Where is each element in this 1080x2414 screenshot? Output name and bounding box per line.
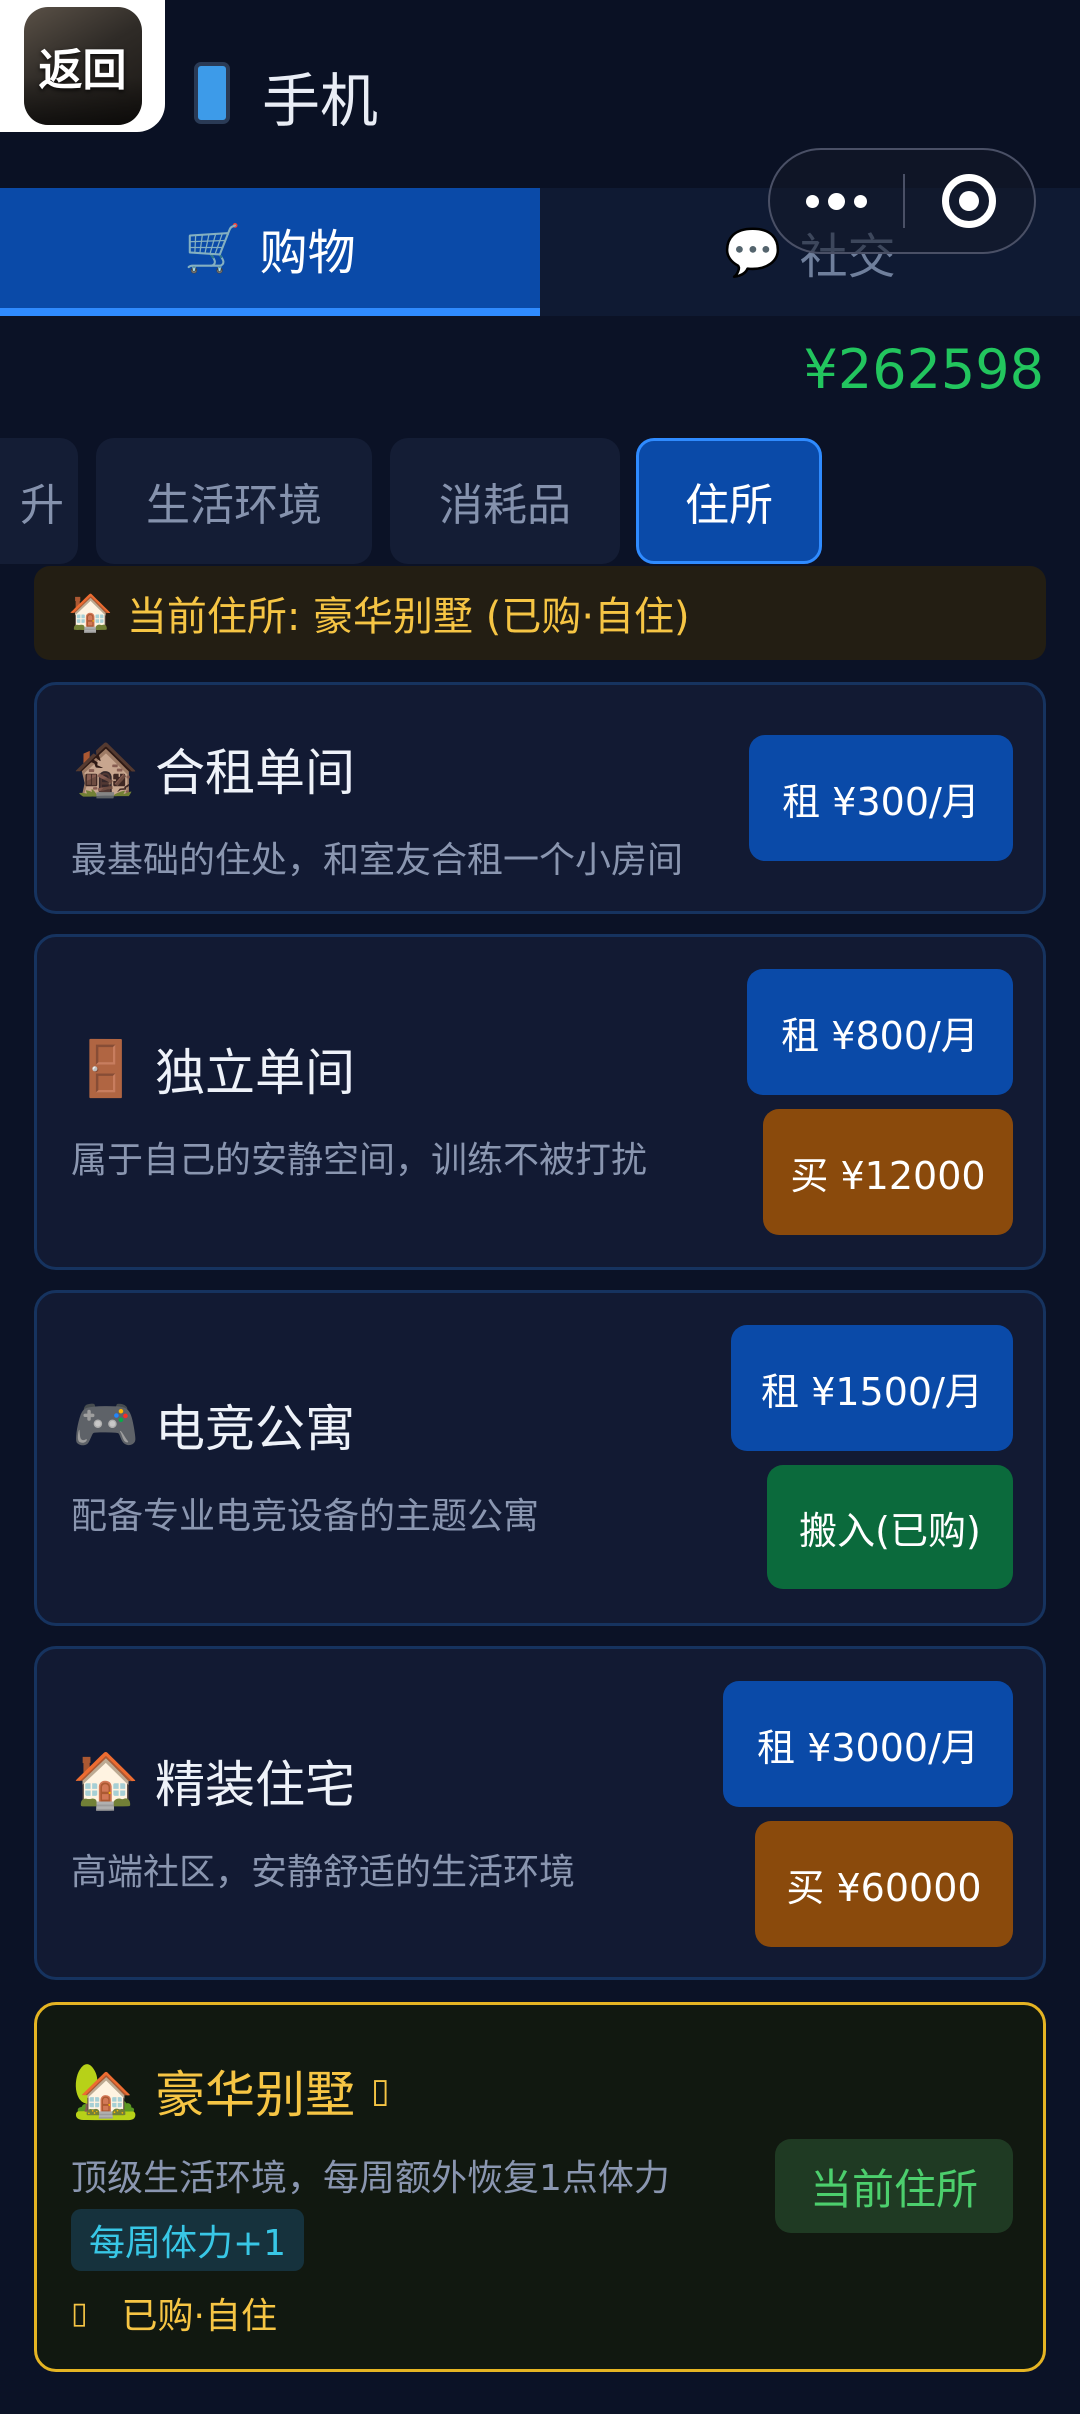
- page-title: 手机: [262, 67, 379, 135]
- tab-shopping-label: 购物: [259, 225, 356, 281]
- current-residence-banner: 🏠 当前住所: 豪华别墅 (已购·自住): [34, 566, 1046, 660]
- residence-card-furnished-home: 🏠 精装住宅 高端社区，安静舒适的生活环境 租 ¥3000/月 买 ¥60000: [34, 1646, 1046, 1980]
- mobile-phone-icon: [194, 62, 230, 124]
- residence-name: 独立单间: [155, 1044, 355, 1102]
- back-thumbnail: 返回: [23, 7, 142, 125]
- residence-name: 豪华别墅: [155, 2066, 355, 2124]
- owned-status-text: 已购·自住: [121, 2296, 277, 2337]
- category-tab-living-environment[interactable]: 生活环境: [96, 438, 372, 564]
- rent-button[interactable]: 租 ¥800/月: [747, 969, 1013, 1095]
- category-tab-residence[interactable]: 住所: [636, 438, 822, 564]
- category-tab-upgrade[interactable]: 升: [0, 438, 78, 564]
- more-options-icon[interactable]: [770, 150, 903, 252]
- residence-description: 配备专业电竞设备的主题公寓: [71, 1496, 540, 1537]
- residence-name: 电竞公寓: [155, 1400, 355, 1458]
- target-icon: [942, 174, 997, 228]
- residence-card-single-room: 🚪 独立单间 属于自己的安静空间，训练不被打扰 租 ¥800/月 买 ¥1200…: [34, 934, 1046, 1270]
- game-controller-icon: 🎮: [72, 1393, 140, 1456]
- category-tabs: 升 生活环境 消耗品 住所: [0, 438, 1080, 564]
- residence-card-shared-room: 🏚️ 合租单间 最基础的住处，和室友合租一个小房间 租 ¥300/月: [34, 682, 1046, 914]
- house-with-garden-icon: 🏡: [72, 2059, 140, 2122]
- residence-description: 顶级生活环境，每周额外恢复1点体力: [71, 2158, 670, 2199]
- owned-status: ▯ 已购·自住: [71, 2287, 277, 2339]
- residence-description: 高端社区，安静舒适的生活环境: [71, 1852, 576, 1893]
- current-residence-text: 当前住所: 豪华别墅 (已购·自住): [126, 594, 690, 640]
- placeholder-icon: ▯: [371, 2071, 390, 2111]
- back-label: 返回: [38, 45, 127, 96]
- residence-card-luxury-villa: 🏡 豪华别墅 ▯ 顶级生活环境，每周额外恢复1点体力 每周体力+1 ▯ 已购·自…: [34, 2002, 1046, 2372]
- residence-name: 精装住宅: [155, 1756, 355, 1814]
- move-in-button[interactable]: 搬入(已购): [767, 1465, 1013, 1589]
- residence-name: 合租单间: [155, 744, 355, 802]
- tab-shopping[interactable]: 🛒 购物: [0, 188, 540, 316]
- buy-button[interactable]: 买 ¥60000: [755, 1821, 1013, 1947]
- category-tab-consumables[interactable]: 消耗品: [390, 438, 620, 564]
- derelict-house-icon: 🏚️: [72, 737, 140, 800]
- back-button[interactable]: 返回: [0, 0, 165, 132]
- balance-amount: ¥262598: [803, 338, 1045, 401]
- residence-card-esports-apartment: 🎮 电竞公寓 配备专业电竞设备的主题公寓 租 ¥1500/月 搬入(已购): [34, 1290, 1046, 1626]
- current-residence-button: 当前住所: [775, 2139, 1013, 2233]
- residence-description: 最基础的住处，和室友合租一个小房间: [71, 840, 684, 881]
- cart-icon: 🛒: [184, 220, 242, 275]
- rent-button[interactable]: 租 ¥1500/月: [731, 1325, 1013, 1451]
- placeholder-icon: ▯: [71, 2295, 88, 2331]
- rent-button[interactable]: 租 ¥3000/月: [723, 1681, 1013, 1807]
- door-icon: 🚪: [72, 1037, 140, 1100]
- residence-description: 属于自己的安静空间，训练不被打扰: [71, 1140, 648, 1181]
- miniprogram-capsule: [768, 148, 1036, 254]
- house-icon: 🏠: [72, 1749, 140, 1812]
- rent-button[interactable]: 租 ¥300/月: [749, 735, 1013, 861]
- house-icon: 🏠: [68, 593, 113, 634]
- buy-button[interactable]: 买 ¥12000: [763, 1109, 1013, 1235]
- stamina-bonus-tag: 每周体力+1: [71, 2209, 305, 2271]
- close-miniprogram-button[interactable]: [905, 150, 1034, 252]
